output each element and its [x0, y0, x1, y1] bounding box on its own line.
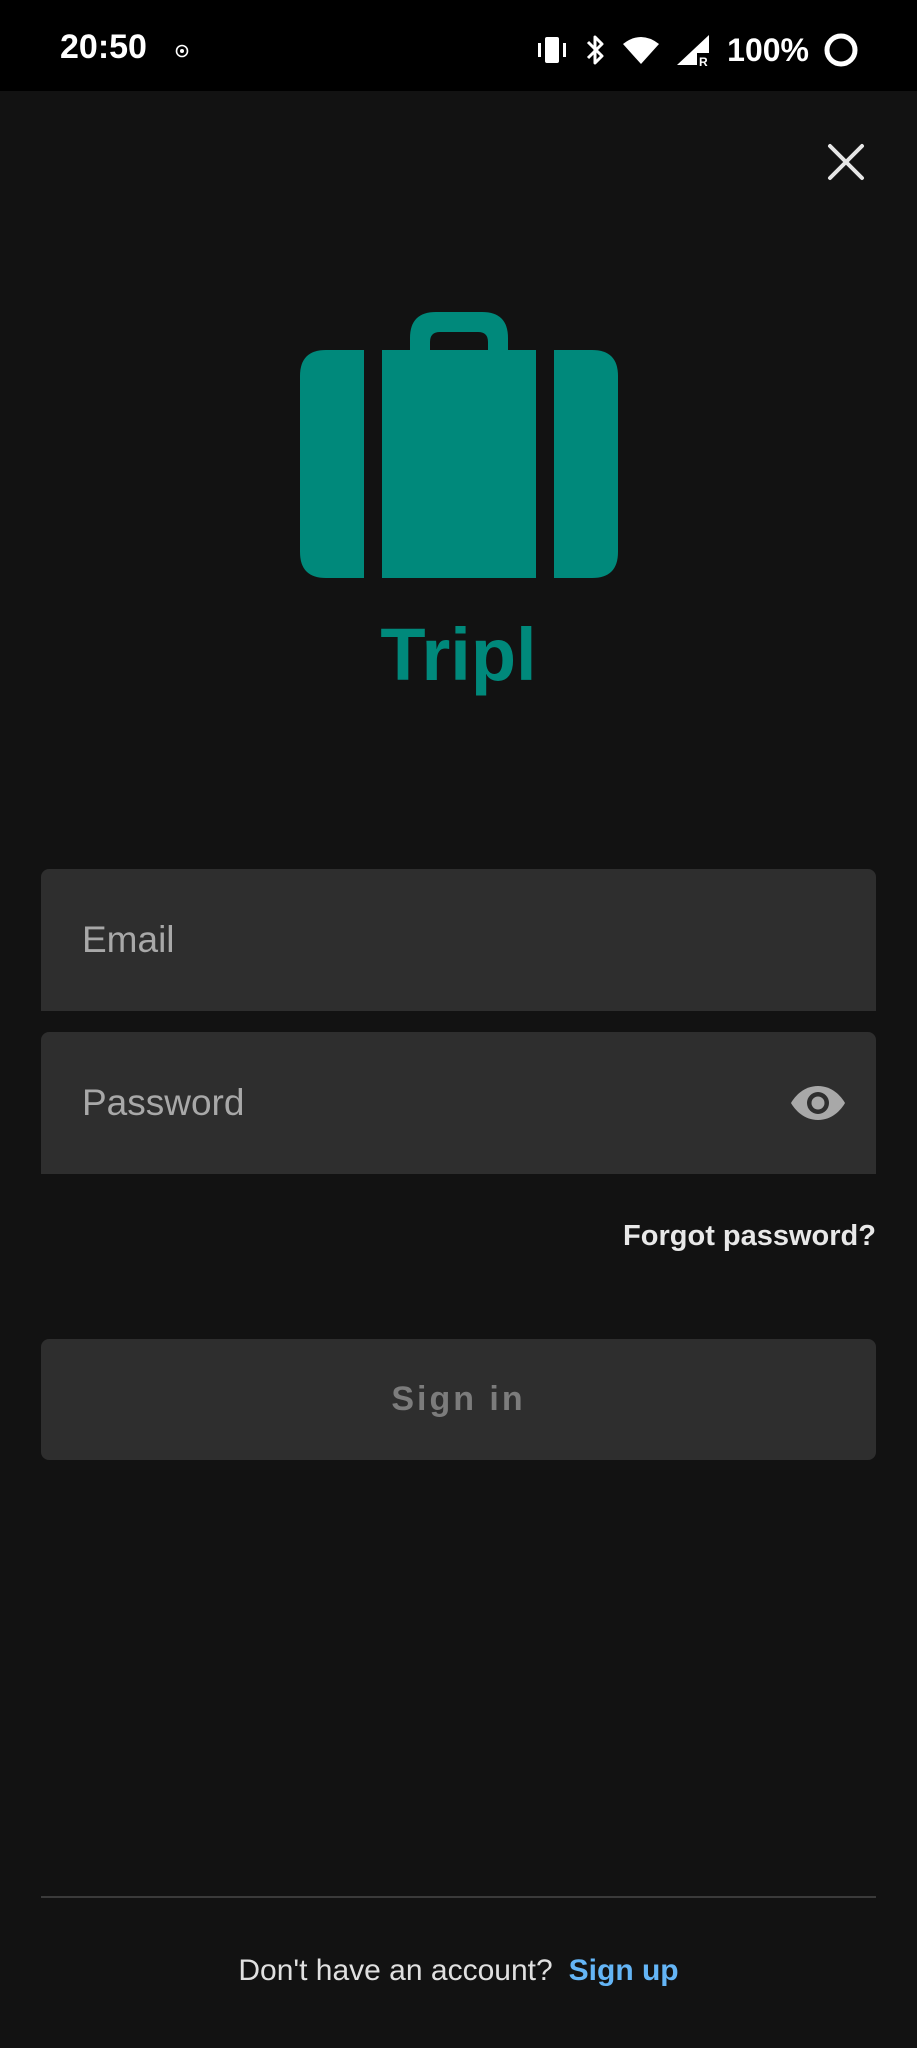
status-time: 20:50 — [60, 28, 147, 66]
battery-percent: 100% — [727, 32, 809, 68]
sign-in-button[interactable]: Sign in — [41, 1339, 876, 1460]
sign-up-link[interactable]: Sign up — [569, 1954, 679, 1987]
eye-icon — [791, 1086, 845, 1120]
whatsapp-icon — [175, 44, 189, 58]
status-icons: R 100% — [535, 30, 859, 70]
password-field-container — [41, 1032, 876, 1174]
close-button[interactable] — [816, 132, 876, 192]
suitcase-icon — [300, 312, 618, 578]
sign-up-prompt: Don't have an account? Sign up — [0, 1956, 917, 1986]
svg-text:R: R — [699, 55, 708, 67]
email-field-container — [41, 869, 876, 1011]
vibrate-icon — [538, 37, 567, 63]
forgot-password-link[interactable]: Forgot password? — [623, 1222, 876, 1251]
divider — [41, 1896, 876, 1898]
wifi-icon — [623, 37, 660, 64]
app-name: Tripl — [380, 613, 537, 696]
bluetooth-icon — [587, 35, 604, 65]
sign-up-prompt-text: Don't have an account? — [238, 1954, 553, 1987]
close-icon — [828, 144, 864, 180]
email-field[interactable] — [41, 869, 876, 1011]
password-field[interactable] — [41, 1032, 876, 1174]
show-password-toggle[interactable] — [788, 1081, 848, 1125]
signal-icon: R — [677, 35, 712, 67]
battery-ring-icon — [824, 33, 858, 67]
status-bar: 20:50 R 100% — [0, 0, 917, 91]
